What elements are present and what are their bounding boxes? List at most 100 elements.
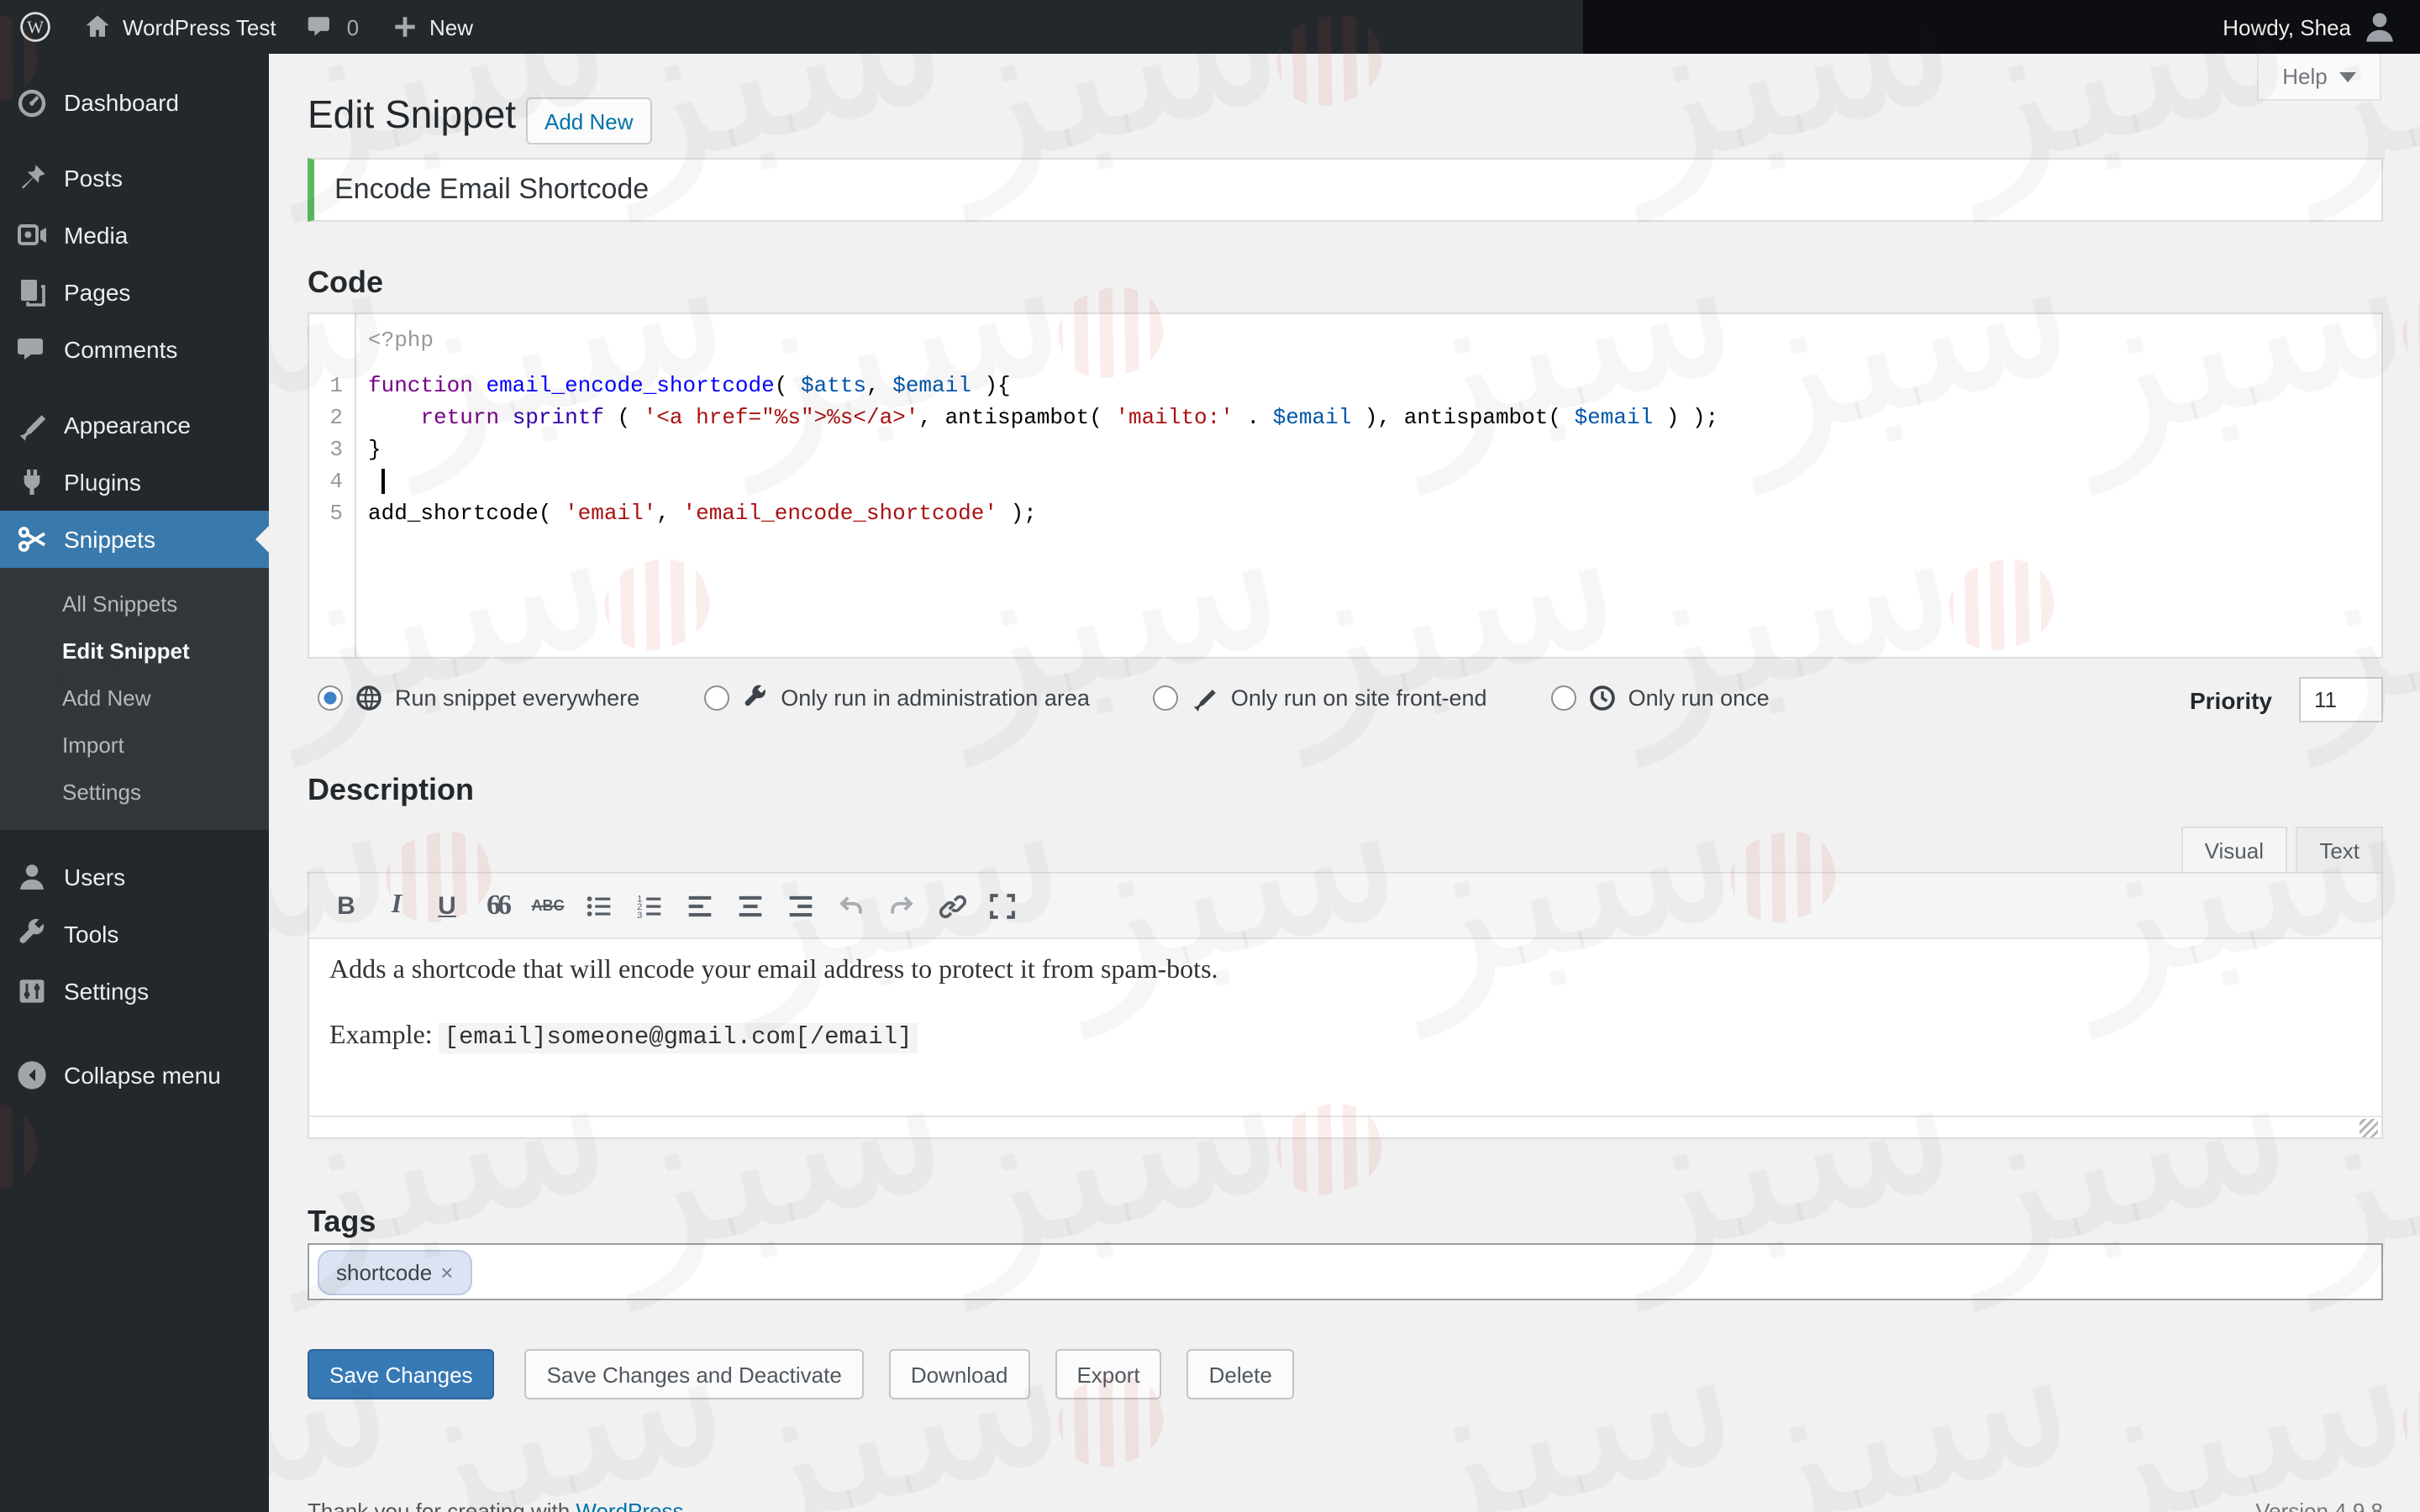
snippet-title-input[interactable] [308, 158, 2383, 222]
radio-circle[interactable] [1550, 685, 1576, 711]
save-changes-button[interactable]: Save Changes [308, 1349, 495, 1399]
text-cursor [381, 469, 384, 494]
radio-circle[interactable] [318, 685, 343, 711]
delete-button[interactable]: Delete [1186, 1349, 1294, 1399]
sidebar-item-collapse-menu[interactable]: Collapse menu [0, 1047, 269, 1104]
redo-button[interactable] [876, 882, 926, 929]
sidebar-item-label: Comments [64, 336, 178, 363]
priority-label: Priority [2189, 686, 2272, 713]
home-icon [82, 12, 113, 42]
code-editor[interactable]: <?php 1 function email_encode_shortcode( $… [308, 312, 2383, 659]
sidebar-item-comments[interactable]: Comments [0, 321, 269, 378]
radio-only-run-on-site-front-end[interactable]: Only run on site front-end [1153, 684, 1487, 712]
wp-logo-menu[interactable]: W [0, 0, 67, 54]
sidebar-item-label: Media [64, 222, 129, 249]
brush-icon [1191, 684, 1219, 712]
sidebar-item-media[interactable]: Media [0, 207, 269, 264]
sidebar-item-dashboard[interactable]: Dashboard [0, 74, 269, 131]
site-name-label: WordPress Test [123, 14, 276, 39]
sidebar-item-label: Pages [64, 279, 131, 306]
wordpress-link[interactable]: WordPress [576, 1499, 683, 1512]
sliders-icon [15, 974, 49, 1008]
radio-only-run-once[interactable]: Only run once [1550, 684, 1770, 712]
sidebar-item-users[interactable]: Users [0, 848, 269, 906]
strikethrough-icon: ABC [531, 897, 565, 914]
undo-icon [834, 890, 866, 921]
bold-button[interactable]: B [321, 882, 371, 929]
align-left-button[interactable] [674, 882, 724, 929]
numbered-list-button[interactable]: 123 [623, 882, 674, 929]
sidebar-item-settings[interactable]: Settings [0, 963, 269, 1020]
comments-counter[interactable]: 0 [292, 0, 374, 54]
menu-separator [0, 830, 269, 848]
link-icon [935, 890, 967, 921]
sidebar-item-label: Dashboard [64, 89, 179, 116]
remove-tag-icon[interactable]: × [440, 1259, 453, 1284]
site-name-link[interactable]: WordPress Test [67, 0, 292, 54]
radio-circle[interactable] [703, 685, 729, 711]
code-line: 1 function email_encode_shortcode( $atts,… [309, 370, 2381, 402]
blockquote-button[interactable]: 66 [472, 882, 523, 929]
export-button[interactable]: Export [1055, 1349, 1162, 1399]
add-new-button[interactable]: Add New [526, 97, 652, 144]
fullscreen-button[interactable] [976, 882, 1027, 929]
submenu-item-add-new[interactable]: Add New [0, 674, 269, 721]
code-line-text: <?php [368, 328, 434, 353]
code-line-text [355, 465, 384, 497]
help-button[interactable]: Help [2257, 54, 2381, 101]
undo-button[interactable] [825, 882, 876, 929]
my-account-menu[interactable]: Howdy, Shea [2207, 0, 2413, 54]
sidebar-item-tools[interactable]: Tools [0, 906, 269, 963]
underline-button[interactable]: U [422, 882, 472, 929]
submenu-item-edit-snippet[interactable]: Edit Snippet [0, 627, 269, 674]
tab-visual[interactable]: Visual [2181, 827, 2287, 872]
sidebar-item-label: Tools [64, 921, 119, 948]
resize-grip[interactable] [2360, 1119, 2378, 1137]
submenu-item-import[interactable]: Import [0, 721, 269, 768]
download-button[interactable]: Download [888, 1349, 1030, 1399]
wrench-icon [740, 684, 769, 712]
footer: Thank you for creating with WordPress. V… [308, 1499, 2383, 1512]
sidebar-item-posts[interactable]: Posts [0, 150, 269, 207]
avatar [2361, 8, 2398, 45]
tab-text[interactable]: Text [2296, 827, 2383, 872]
italic-button[interactable]: I [371, 882, 422, 929]
admin-bar: W WordPress Test 0 New Howdy, Shea [0, 0, 2420, 54]
link-button[interactable] [926, 882, 976, 929]
save-changes-and-deactivate-button[interactable]: Save Changes and Deactivate [524, 1349, 864, 1399]
bullet-list-button[interactable] [573, 882, 623, 929]
sidebar-item-pages[interactable]: Pages [0, 264, 269, 321]
users-icon [15, 860, 49, 894]
code-line: 4 [309, 465, 2381, 497]
submenu-item-all-snippets[interactable]: All Snippets [0, 580, 269, 627]
sidebar-item-label: Settings [64, 978, 150, 1005]
description-editor: B I U 66 ABC 1 2 3 Adds a shortcode that will e… [308, 872, 2383, 1139]
new-label: New [429, 14, 474, 39]
sidebar-item-label: Posts [64, 165, 124, 192]
current-item-arrow [255, 526, 269, 553]
tags-input[interactable]: shortcode × [308, 1243, 2383, 1300]
radio-run-snippet-everywhere[interactable]: Run snippet everywhere [318, 684, 639, 712]
globe-icon [355, 684, 383, 712]
align-center-button[interactable] [724, 882, 775, 929]
radio-circle[interactable] [1153, 685, 1179, 711]
appearance-icon [15, 408, 49, 442]
sidebar-item-snippets[interactable]: Snippets [0, 511, 269, 568]
radio-only-run-in-administration-area[interactable]: Only run in administration area [703, 684, 1090, 712]
sidebar-item-plugins[interactable]: Plugins [0, 454, 269, 511]
align-right-button[interactable] [775, 882, 825, 929]
sidebar-item-appearance[interactable]: Appearance [0, 396, 269, 454]
media-icon [15, 218, 49, 252]
new-content-menu[interactable]: New [374, 0, 488, 54]
blockquote-icon: 66 [487, 889, 512, 921]
strikethrough-button[interactable]: ABC [523, 882, 573, 929]
sidebar-item-label: Snippets [64, 526, 155, 553]
menu-separator [0, 378, 269, 396]
actions-row: Save Changes Save Changes and Deactivate D… [308, 1349, 1319, 1399]
description-content[interactable]: Adds a shortcode that will encode your e… [309, 939, 2381, 1116]
redo-icon [885, 890, 917, 921]
submenu-item-settings[interactable]: Settings [0, 768, 269, 815]
line-number: 2 [329, 405, 343, 430]
italic-icon: I [391, 890, 402, 919]
priority-input[interactable] [2299, 677, 2383, 722]
